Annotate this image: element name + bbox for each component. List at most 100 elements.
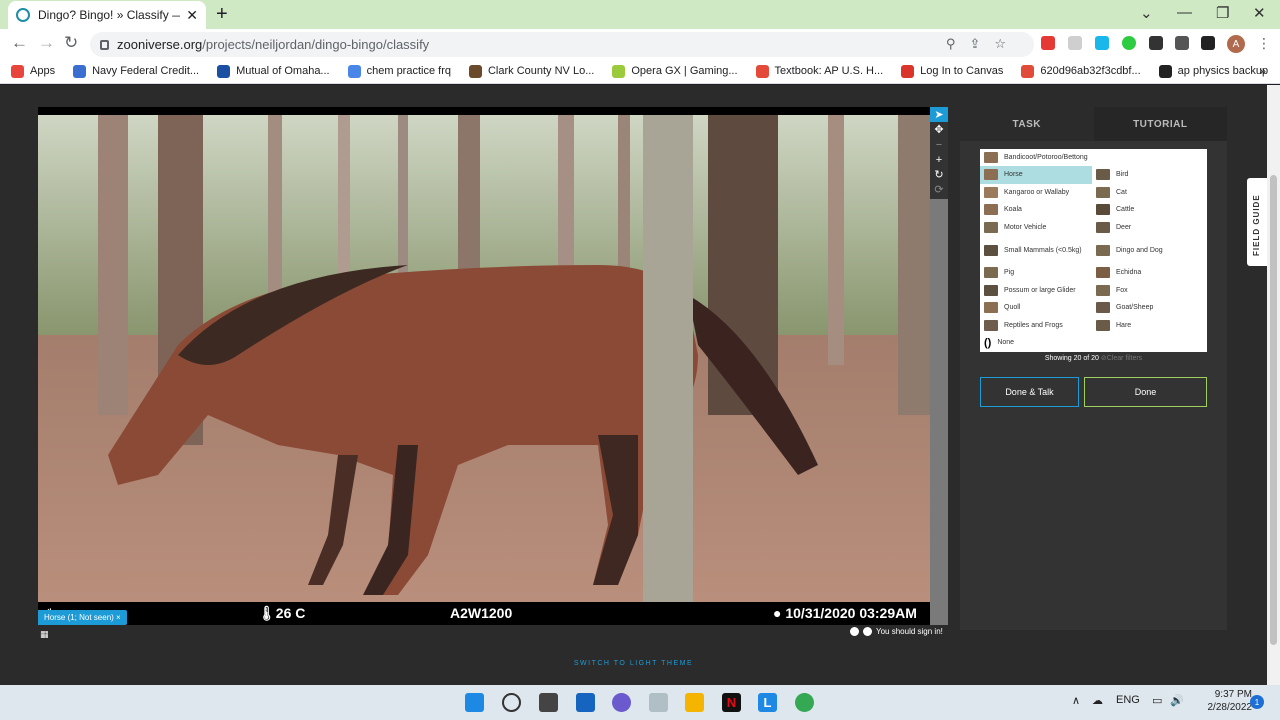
choice-thumbnail xyxy=(1096,244,1110,256)
bookmark-label: Mutual of Omaha... xyxy=(236,65,330,77)
image-toolbar: ➤ ✥ − + ↻ ⟳ xyxy=(930,107,948,625)
task-view-icon[interactable] xyxy=(539,693,558,712)
bookmark-item[interactable]: Opera GX | Gaming... xyxy=(612,64,738,78)
side-panel-icon[interactable] xyxy=(1201,36,1215,50)
lockdown-browser-icon[interactable]: L xyxy=(758,693,777,712)
bookmark-label: Log In to Canvas xyxy=(920,65,1004,77)
profile-avatar[interactable]: A xyxy=(1227,35,1245,53)
remove-tag-icon[interactable]: × xyxy=(116,613,121,622)
bookmark-item[interactable]: ap physics backup xyxy=(1158,64,1268,78)
roblox-icon[interactable] xyxy=(649,693,668,712)
choice-hare[interactable]: Hare xyxy=(1092,317,1207,335)
bookmark-item[interactable]: Navy Federal Credit... xyxy=(73,64,199,78)
teams-chat-icon[interactable] xyxy=(612,693,631,712)
metadata-grid-icon[interactable]: ▦ xyxy=(40,629,49,639)
tray-chevron-icon[interactable]: ∧ xyxy=(1072,694,1080,707)
clear-filters-link[interactable]: ⊘Clear filters xyxy=(1101,355,1142,362)
choice-motor-vehicle[interactable]: Motor Vehicle xyxy=(980,219,1092,237)
scrollbar-thumb[interactable] xyxy=(1270,175,1277,645)
zoom-out-icon[interactable]: − xyxy=(930,137,948,152)
choice-echidna[interactable]: Echidna xyxy=(1092,264,1207,282)
new-tab-button[interactable]: + xyxy=(216,4,228,24)
bookmark-item[interactable]: Log In to Canvas xyxy=(901,64,1004,78)
bookmark-item[interactable]: 620d96ab32f3cdbf... xyxy=(1021,64,1141,78)
file-explorer-icon[interactable] xyxy=(685,693,704,712)
choice-cat[interactable]: Cat xyxy=(1092,184,1207,202)
sign-in-notice[interactable]: You should sign in! xyxy=(850,627,943,636)
choice-fox[interactable]: Fox xyxy=(1092,282,1207,300)
tab-tutorial[interactable]: TUTORIAL xyxy=(1093,107,1227,141)
reset-icon[interactable]: ⟳ xyxy=(930,182,948,197)
maximize-button[interactable]: ❐ xyxy=(1216,4,1229,22)
choice-small-mammals-0-5kg[interactable]: Small Mammals (<0.5kg) xyxy=(980,236,1092,264)
choice-none[interactable]: () None xyxy=(980,334,1207,351)
choice-quoll[interactable]: Quoll xyxy=(980,299,1092,317)
language-indicator[interactable]: ENG xyxy=(1116,694,1140,706)
choice-deer[interactable]: Deer xyxy=(1092,219,1207,237)
tab-task[interactable]: TASK xyxy=(960,107,1094,141)
omnibox-actions[interactable]: ⚲⇪☆ xyxy=(946,36,1020,52)
widgets-icon[interactable] xyxy=(576,693,595,712)
done-and-talk-button[interactable]: Done & Talk xyxy=(980,377,1079,407)
choice-pig[interactable]: Pig xyxy=(980,264,1092,282)
reading-list-icon[interactable] xyxy=(1175,36,1189,50)
choice-cattle[interactable]: Cattle xyxy=(1092,201,1207,219)
annotate-pointer-icon[interactable]: ➤ xyxy=(930,107,948,122)
volume-icon[interactable]: 🔊 xyxy=(1170,694,1184,707)
choice-thumbnail xyxy=(1096,267,1110,279)
marked-choice-label: Horse (1; Not seen) xyxy=(44,613,114,622)
green-extension-icon[interactable] xyxy=(1122,36,1136,50)
bookmark-item[interactable]: Textbook: AP U.S. H... xyxy=(755,64,883,78)
browser-menu-icon[interactable]: ⋮ xyxy=(1257,35,1271,52)
tab-search-icon[interactable]: ⌄ xyxy=(1140,4,1153,22)
done-button[interactable]: Done xyxy=(1084,377,1207,407)
contrast-icon[interactable] xyxy=(850,627,859,636)
chrome-icon[interactable] xyxy=(795,693,814,712)
choice-bandicoot-potoroo-bettong[interactable]: Bandicoot/Potoroo/Bettong xyxy=(980,149,1207,166)
monitor-icon[interactable]: ▭ xyxy=(1152,694,1162,707)
close-tab-icon[interactable]: ✕ xyxy=(186,7,198,24)
back-arrow-icon[interactable]: ← xyxy=(11,33,28,53)
move-icon[interactable]: ✥ xyxy=(930,122,948,137)
minimize-button[interactable]: — xyxy=(1177,4,1192,21)
vimeo-extension-icon[interactable] xyxy=(1095,36,1109,50)
choice-label: Motor Vehicle xyxy=(1004,223,1047,231)
info-icon[interactable] xyxy=(863,627,872,636)
address-bar[interactable]: zooniverse.org/projects/neiljordan/dingo… xyxy=(90,32,1034,57)
system-clock[interactable]: 9:37 PM 2/28/2022 xyxy=(1192,688,1253,714)
extension-shield-icon[interactable] xyxy=(1041,36,1055,50)
start-windows-icon[interactable] xyxy=(465,693,484,712)
choice-dingo-and-dog[interactable]: Dingo and Dog xyxy=(1092,236,1207,264)
choice-koala[interactable]: Koala xyxy=(980,201,1092,219)
choice-reptiles-and-frogs[interactable]: Reptiles and Frogs xyxy=(980,317,1092,335)
subject-viewer[interactable]: ♞ 🌡26 C A2W1200 ● 10/31/2020 03:29AM xyxy=(38,107,930,625)
reload-icon[interactable]: ↻ xyxy=(64,33,78,53)
notification-badge[interactable]: 1 xyxy=(1250,695,1264,709)
choice-horse[interactable]: Horse xyxy=(980,166,1092,184)
search-icon[interactable] xyxy=(502,693,521,712)
marked-choice-tag[interactable]: Horse (1; Not seen) × xyxy=(38,610,127,625)
extension-grey-icon[interactable] xyxy=(1068,36,1082,50)
netflix-icon[interactable]: N xyxy=(722,693,741,712)
zoom-in-icon[interactable]: + xyxy=(930,152,948,167)
choice-kangaroo-or-wallaby[interactable]: Kangaroo or Wallaby xyxy=(980,184,1092,202)
choice-possum-or-large-glider[interactable]: Possum or large Glider xyxy=(980,282,1092,300)
bookmark-item[interactable]: Apps xyxy=(11,64,55,78)
bookmark-item[interactable]: Clark County NV Lo... xyxy=(468,64,594,78)
switch-theme-link[interactable]: SWITCH TO LIGHT THEME xyxy=(0,660,1267,667)
onedrive-cloud-icon[interactable]: ☁ xyxy=(1092,694,1103,707)
page-scrollbar[interactable] xyxy=(1267,85,1280,685)
extensions-puzzle-icon[interactable] xyxy=(1149,36,1163,50)
choice-bird[interactable]: Bird xyxy=(1092,166,1207,184)
close-window-button[interactable]: ✕ xyxy=(1253,4,1266,22)
choice-goat-sheep[interactable]: Goat/Sheep xyxy=(1092,299,1207,317)
camera-info-bar: ♞ 🌡26 C A2W1200 ● 10/31/2020 03:29AM xyxy=(38,602,930,625)
field-guide-button[interactable]: FIELD GUIDE xyxy=(1247,178,1267,266)
rotate-icon[interactable]: ↻ xyxy=(930,167,948,182)
bookmarks-overflow-icon[interactable]: » xyxy=(1259,64,1266,78)
browser-tab[interactable]: Dingo? Bingo! » Classify — Zoon ✕ xyxy=(8,1,206,29)
forward-arrow-icon[interactable]: → xyxy=(38,33,55,53)
bookmark-item[interactable]: Mutual of Omaha... xyxy=(217,64,330,78)
bookmark-item[interactable]: chem practice frq xyxy=(347,64,451,78)
camera-trap-photo[interactable] xyxy=(38,115,930,602)
